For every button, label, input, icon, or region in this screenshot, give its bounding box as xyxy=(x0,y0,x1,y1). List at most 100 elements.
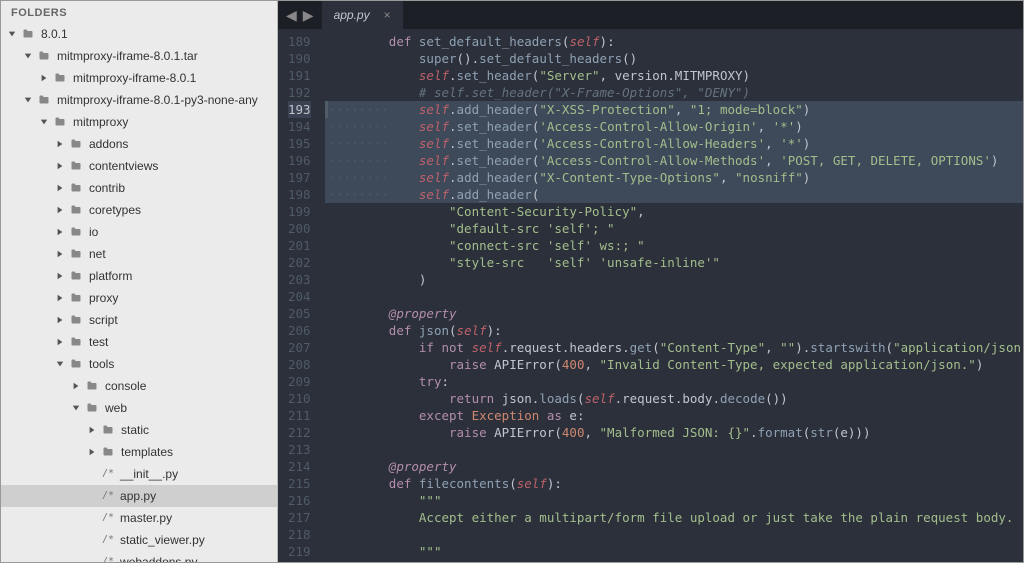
code-line[interactable]: @property xyxy=(325,458,1023,475)
code-line[interactable]: super().set_default_headers() xyxy=(325,50,1023,67)
tree-folder[interactable]: 8.0.1 xyxy=(1,23,277,45)
chevron-right-icon[interactable] xyxy=(55,249,65,259)
tree-file[interactable]: /*__init__.py xyxy=(1,463,277,485)
tree-item-label: __init__.py xyxy=(120,465,178,483)
tree-file[interactable]: /*master.py xyxy=(1,507,277,529)
code-line[interactable]: def filecontents(self): xyxy=(325,475,1023,492)
folder-tree[interactable]: 8.0.1mitmproxy-iframe-8.0.1.tar mitmproxy… xyxy=(1,23,277,562)
line-number: 214 xyxy=(288,458,311,475)
code-line[interactable]: if self.request.files: xyxy=(325,560,1023,562)
code-line[interactable]: """ xyxy=(325,492,1023,509)
tree-folder[interactable]: io xyxy=(1,221,277,243)
tree-folder[interactable]: tools xyxy=(1,353,277,375)
tree-folder[interactable]: net xyxy=(1,243,277,265)
chevron-down-icon[interactable] xyxy=(55,359,65,369)
code-line[interactable]: self.set_header("Server", version.MITMPR… xyxy=(325,67,1023,84)
chevron-right-icon[interactable] xyxy=(87,425,97,435)
chevron-right-icon[interactable] xyxy=(55,183,65,193)
chevron-right-icon[interactable] xyxy=(39,73,49,83)
tree-folder[interactable]: mitmproxy xyxy=(1,111,277,133)
tree-file[interactable]: /*static_viewer.py xyxy=(1,529,277,551)
code-line[interactable]: if not self.request.headers.get("Content… xyxy=(325,339,1023,356)
chevron-right-icon[interactable] xyxy=(55,161,65,171)
code-line[interactable] xyxy=(325,441,1023,458)
line-number: 197 xyxy=(288,169,311,186)
chevron-right-icon[interactable] xyxy=(55,227,65,237)
chevron-right-icon[interactable] xyxy=(71,381,81,391)
chevron-right-icon[interactable] xyxy=(87,447,97,457)
chevron-down-icon[interactable] xyxy=(7,29,17,39)
folder-icon xyxy=(68,159,84,173)
chevron-right-icon[interactable] xyxy=(55,205,65,215)
chevron-down-icon[interactable] xyxy=(39,117,49,127)
tree-folder[interactable]: coretypes xyxy=(1,199,277,221)
code-line[interactable]: ········ self.add_header( xyxy=(325,186,1023,203)
code-line[interactable]: ) xyxy=(325,271,1023,288)
tree-folder[interactable]: proxy xyxy=(1,287,277,309)
tree-folder[interactable]: mitmproxy-iframe-8.0.1 xyxy=(1,67,277,89)
code-line[interactable]: def set_default_headers(self): xyxy=(325,33,1023,50)
tree-item-label: proxy xyxy=(89,289,118,307)
folder-icon xyxy=(68,225,84,239)
code-line[interactable]: def json(self): xyxy=(325,322,1023,339)
code-line[interactable]: "style-src 'self' 'unsafe-inline'" xyxy=(325,254,1023,271)
tree-folder[interactable]: contentviews xyxy=(1,155,277,177)
nav-back-icon[interactable]: ◀ xyxy=(286,7,297,24)
tree-folder[interactable]: mitmproxy-iframe-8.0.1.tar xyxy=(1,45,277,67)
sidebar-header: FOLDERS xyxy=(1,1,277,23)
code-line[interactable]: "default-src 'self'; " xyxy=(325,220,1023,237)
tree-folder[interactable]: mitmproxy-iframe-8.0.1-py3-none-any xyxy=(1,89,277,111)
tree-folder[interactable]: web xyxy=(1,397,277,419)
tree-folder[interactable]: test xyxy=(1,331,277,353)
tree-folder[interactable]: static xyxy=(1,419,277,441)
tree-folder[interactable]: console xyxy=(1,375,277,397)
line-number: 206 xyxy=(288,322,311,339)
nav-forward-icon[interactable]: ▶ xyxy=(303,7,314,24)
tree-file[interactable]: /*app.py xyxy=(1,485,277,507)
code-area[interactable]: 1891901911921931941951961971981992002012… xyxy=(278,29,1023,562)
code-line[interactable]: Accept either a multipart/form file uplo… xyxy=(325,509,1023,526)
line-number: 218 xyxy=(288,526,311,543)
code-line[interactable]: return json.loads(self.request.body.deco… xyxy=(325,390,1023,407)
tree-item-label: mitmproxy-iframe-8.0.1 xyxy=(73,69,196,87)
close-icon[interactable]: × xyxy=(384,8,391,22)
chevron-right-icon[interactable] xyxy=(55,315,65,325)
tree-folder[interactable]: addons xyxy=(1,133,277,155)
code-line[interactable]: raise APIError(400, "Malformed JSON: {}"… xyxy=(325,424,1023,441)
code-line[interactable] xyxy=(325,288,1023,305)
tree-folder[interactable]: script xyxy=(1,309,277,331)
tab-active[interactable]: app.py × xyxy=(322,1,403,29)
chevron-down-icon[interactable] xyxy=(23,51,33,61)
tree-folder[interactable]: templates xyxy=(1,441,277,463)
chevron-right-icon[interactable] xyxy=(55,271,65,281)
file-icon: /* xyxy=(102,509,114,527)
tree-file[interactable]: /*webaddons.py xyxy=(1,551,277,562)
code-line[interactable]: "Content-Security-Policy", xyxy=(325,203,1023,220)
chevron-down-icon[interactable] xyxy=(71,403,81,413)
code-line[interactable]: ········ self.set_header('Access-Control… xyxy=(325,152,1023,169)
chevron-right-icon[interactable] xyxy=(55,337,65,347)
code-content[interactable]: def set_default_headers(self): super().s… xyxy=(325,29,1023,562)
code-line[interactable]: try: xyxy=(325,373,1023,390)
chevron-right-icon[interactable] xyxy=(55,293,65,303)
code-line[interactable]: """ xyxy=(325,543,1023,560)
chevron-right-icon[interactable] xyxy=(55,139,65,149)
folder-icon xyxy=(68,313,84,327)
code-line[interactable]: ········ self.add_header("X-XSS-Protecti… xyxy=(325,101,1023,118)
chevron-right-icon xyxy=(87,535,97,545)
line-number: 205 xyxy=(288,305,311,322)
tree-folder[interactable]: contrib xyxy=(1,177,277,199)
code-line[interactable]: # self.set_header("X-Frame-Options", "DE… xyxy=(325,84,1023,101)
code-line[interactable]: ········ self.set_header('Access-Control… xyxy=(325,118,1023,135)
code-line[interactable]: @property xyxy=(325,305,1023,322)
code-line[interactable]: ········ self.set_header('Access-Control… xyxy=(325,135,1023,152)
code-line[interactable]: raise APIError(400, "Invalid Content-Typ… xyxy=(325,356,1023,373)
code-line[interactable]: "connect-src 'self' ws:; " xyxy=(325,237,1023,254)
tree-folder[interactable]: platform xyxy=(1,265,277,287)
chevron-down-icon[interactable] xyxy=(23,95,33,105)
code-line[interactable] xyxy=(325,526,1023,543)
chevron-right-icon xyxy=(87,469,97,479)
code-line[interactable]: ········ self.add_header("X-Content-Type… xyxy=(325,169,1023,186)
code-line[interactable]: except Exception as e: xyxy=(325,407,1023,424)
folder-icon xyxy=(52,71,68,85)
